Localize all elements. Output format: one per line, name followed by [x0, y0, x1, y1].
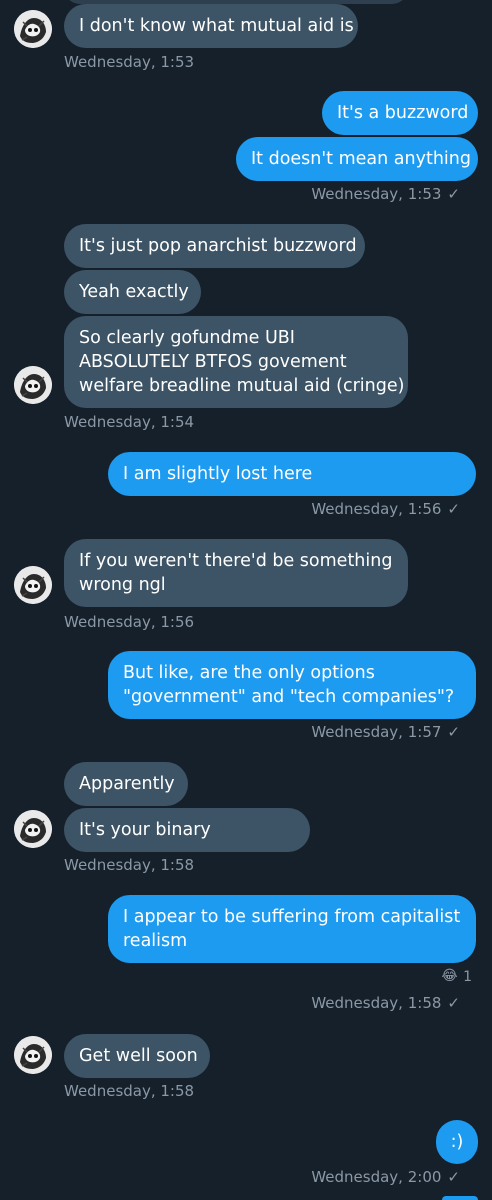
read-check-icon: ✓: [447, 500, 460, 518]
avatar[interactable]: [14, 10, 52, 48]
read-check-icon: ✓: [447, 994, 460, 1012]
message-timestamp: Wednesday, 1:53: [64, 53, 195, 71]
message-bubble-outgoing[interactable]: It doesn't mean anything: [236, 137, 478, 181]
message-bubble-incoming[interactable]: Apparently: [64, 762, 188, 806]
message-timestamp: Wednesday, 1:58 ✓: [311, 994, 460, 1012]
message-line: I appear to be suffering from capitalist: [123, 907, 461, 927]
message-line: wrong ngl: [79, 575, 166, 595]
read-check-icon: ✓: [447, 185, 460, 203]
message-timestamp: Wednesday, 1:54: [64, 413, 195, 431]
message-bubble-outgoing[interactable]: It's a buzzword: [322, 91, 478, 135]
message-line: realism: [123, 931, 188, 951]
message-bubble-incoming[interactable]: Get well soon: [64, 1034, 210, 1078]
message-line: But like, are the only options: [123, 663, 375, 683]
message-bubble-incoming[interactable]: So clearly gofundme UBI ABSOLUTELY BTFOS…: [64, 316, 408, 408]
message-line: ABSOLUTELY BTFOS govement: [79, 352, 347, 372]
dm-conversation: I don't know what mutual aid is Wednesda…: [0, 0, 492, 1200]
message-timestamp: Wednesday, 1:57 ✓: [311, 723, 460, 741]
message-timestamp: Wednesday, 1:58: [64, 1082, 195, 1100]
avatar[interactable]: [14, 1036, 52, 1074]
tears-of-joy-emoji-icon: 😂: [441, 968, 458, 984]
message-line: If you weren't there'd be something: [79, 551, 393, 571]
message-timestamp: Wednesday, 1:56 ✓: [311, 500, 460, 518]
message-bubble-outgoing[interactable]: I am slightly lost here: [108, 452, 476, 496]
message-bubble-incoming[interactable]: I don't know what mutual aid is: [64, 4, 358, 48]
message-timestamp: Wednesday, 1:58: [64, 856, 195, 874]
message-timestamp: Wednesday, 1:53 ✓: [311, 185, 460, 203]
reaction-count: 1: [463, 968, 472, 985]
message-line: welfare breadline mutual aid (cringe): [79, 376, 405, 396]
message-reaction[interactable]: 😂 1: [441, 968, 472, 985]
read-check-icon: ✓: [447, 723, 460, 741]
avatar[interactable]: [14, 810, 52, 848]
message-timestamp: Wednesday, 1:56: [64, 613, 195, 631]
message-bubble-incoming[interactable]: Yeah exactly: [64, 270, 201, 314]
avatar[interactable]: [14, 366, 52, 404]
message-line: So clearly gofundme UBI: [79, 328, 295, 348]
message-bubble-outgoing[interactable]: I appear to be suffering from capitalist…: [108, 895, 476, 963]
read-check-icon: ✓: [447, 1168, 460, 1186]
message-timestamp: Wednesday, 2:00 ✓: [311, 1168, 460, 1186]
message-bubble-outgoing[interactable]: :): [436, 1120, 478, 1164]
message-bubble-outgoing[interactable]: But like, are the only options "governme…: [108, 651, 476, 719]
message-line: "government" and "tech companies"?: [123, 687, 455, 707]
message-bubble-incoming[interactable]: It's just pop anarchist buzzword: [64, 224, 365, 268]
message-bubble-partial[interactable]: [442, 1196, 478, 1200]
avatar[interactable]: [14, 566, 52, 604]
message-bubble-incoming[interactable]: It's your binary: [64, 808, 310, 852]
message-bubble-incoming[interactable]: If you weren't there'd be something wron…: [64, 539, 408, 607]
